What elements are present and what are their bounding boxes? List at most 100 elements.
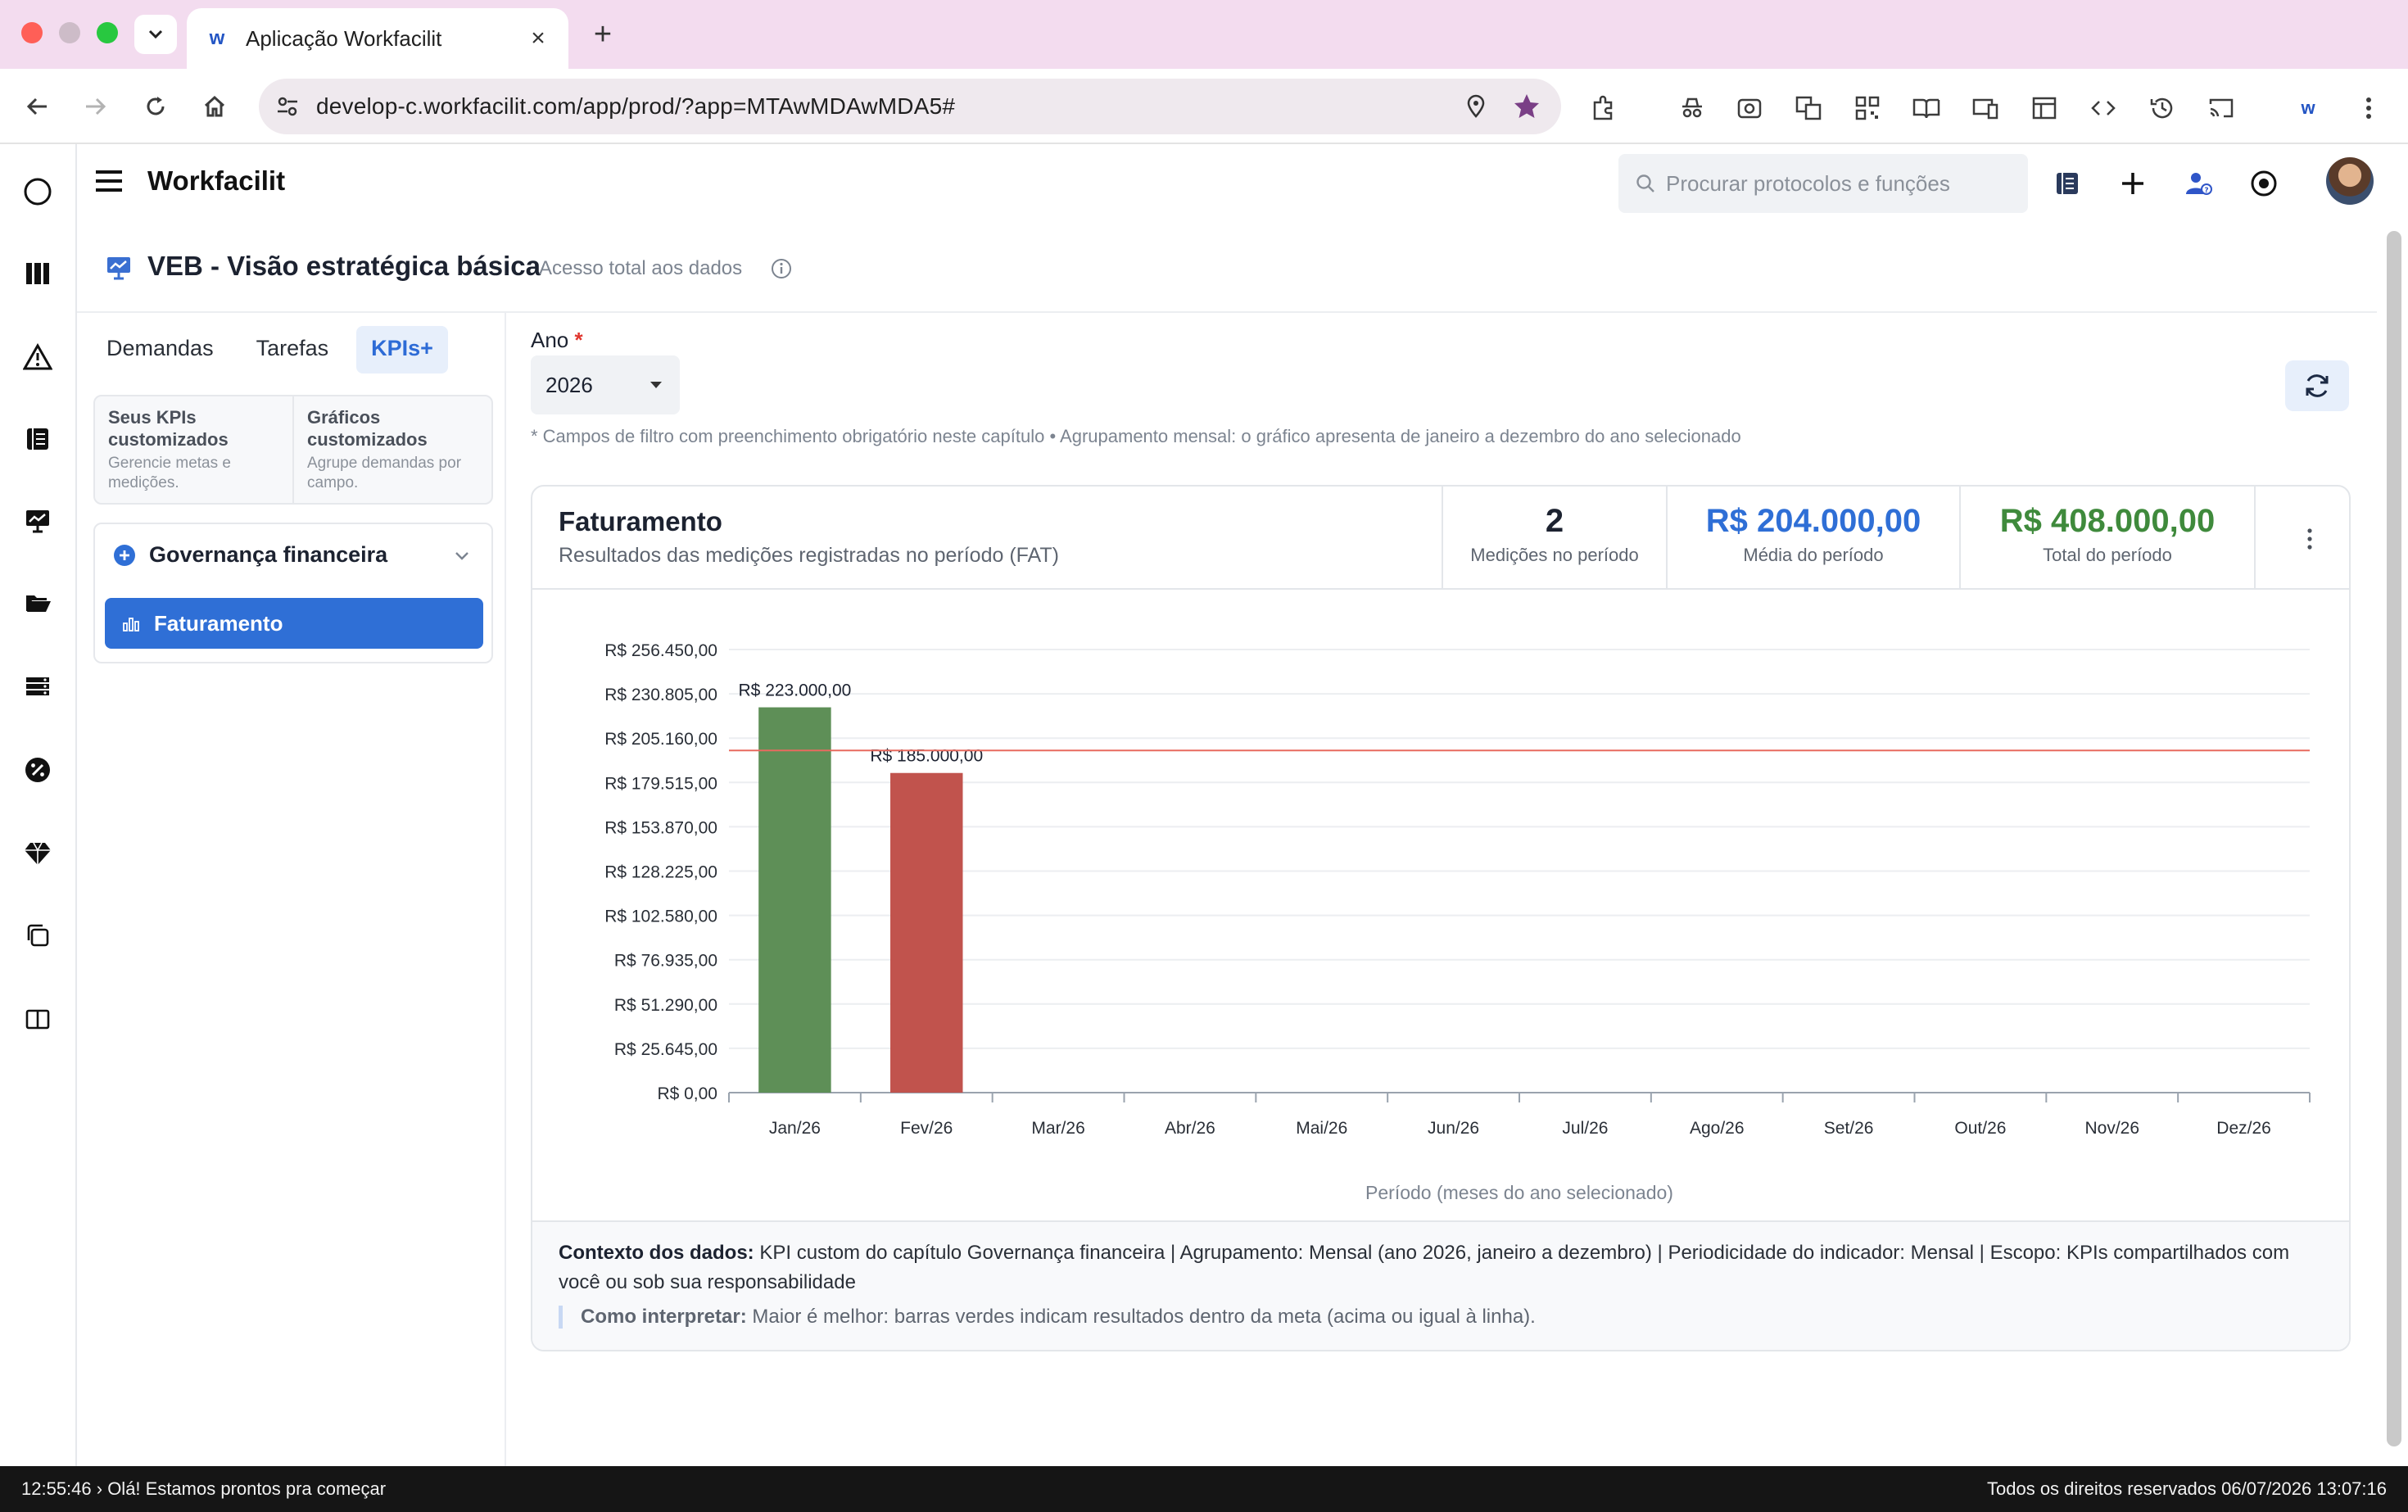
arrow-left-icon xyxy=(26,97,47,115)
diamond-icon[interactable] xyxy=(18,834,57,873)
book-open-icon[interactable] xyxy=(18,999,57,1039)
browser-toolbar: develop-c.workfacilit.com/app/prod/?app=… xyxy=(0,69,2408,144)
stat-label: Média do período xyxy=(1743,545,1884,565)
presentation-chart-icon[interactable] xyxy=(18,501,57,541)
circle-icon[interactable] xyxy=(18,172,57,211)
reload-button[interactable] xyxy=(136,87,175,126)
incognito-icon[interactable] xyxy=(1674,90,1710,126)
tab-tarefas[interactable]: Tarefas xyxy=(242,326,344,373)
folder-open-icon[interactable] xyxy=(18,583,57,622)
y-tick-label: R$ 76.935,00 xyxy=(614,952,717,971)
x-tick-label: Mar/26 xyxy=(1031,1119,1084,1138)
kpi-shortcut-cards: Seus KPIs customizados Gerencie metas e … xyxy=(93,395,493,505)
cast-icon[interactable] xyxy=(2203,90,2239,126)
bar-value-label: R$ 223.000,00 xyxy=(739,681,852,700)
status-bar: 12:55:46 › Olá! Estamos prontos pra come… xyxy=(0,1466,2408,1512)
qr-code-icon[interactable] xyxy=(1849,90,1885,126)
app-header: Workfacilit Procurar protocolos e funçõe… xyxy=(77,144,2408,223)
y-tick-label: R$ 0,00 xyxy=(657,1084,717,1103)
percent-badge-icon[interactable] xyxy=(18,750,57,790)
caret-down-icon xyxy=(650,382,662,388)
section-tabs: Demandas Tarefas KPIs+ xyxy=(92,326,448,373)
kpi-panel-header: Faturamento Resultados das medições regi… xyxy=(532,487,2349,590)
copy-icon[interactable] xyxy=(18,916,57,955)
search-box[interactable]: Procurar protocolos e funções xyxy=(1618,154,2028,213)
y-tick-label: R$ 230.805,00 xyxy=(604,686,717,704)
stat-measurements: 2 Medições no período xyxy=(1442,487,1666,590)
year-select[interactable]: 2026 xyxy=(531,355,680,414)
close-tab-icon[interactable]: × xyxy=(526,25,550,52)
browser-menu-icon[interactable] xyxy=(2351,90,2387,126)
guide-book-icon[interactable] xyxy=(2048,164,2087,203)
bar-fev-26 xyxy=(890,772,963,1093)
tab-search-button[interactable] xyxy=(134,15,177,54)
menu-hamburger-icon[interactable] xyxy=(93,167,126,200)
columns-icon[interactable] xyxy=(18,254,57,293)
app-brand: Workfacilit xyxy=(147,165,286,196)
add-plus-icon[interactable] xyxy=(2113,164,2152,203)
bookmark-star-icon[interactable] xyxy=(1510,90,1543,123)
hint-text: Maior é melhor: barras verdes indicam re… xyxy=(752,1306,1536,1328)
browser-tab-title: Aplicação Workfacilit xyxy=(246,25,442,51)
back-button[interactable] xyxy=(18,87,57,126)
table-view-icon[interactable] xyxy=(2026,90,2062,126)
window-close-button[interactable] xyxy=(21,22,43,43)
y-tick-label: R$ 128.225,00 xyxy=(604,863,717,882)
address-bar[interactable]: develop-c.workfacilit.com/app/prod/?app=… xyxy=(259,79,1561,134)
x-tick-label: Jun/26 xyxy=(1428,1119,1479,1138)
browser-tab[interactable]: w Aplicação Workfacilit × xyxy=(187,8,568,69)
page-scrollbar[interactable] xyxy=(2387,231,2401,1446)
warning-icon[interactable] xyxy=(18,337,57,377)
stat-label: Medições no período xyxy=(1470,545,1639,565)
forward-button[interactable] xyxy=(75,87,115,126)
translate-icon[interactable] xyxy=(1790,90,1826,126)
book-icon[interactable] xyxy=(18,419,57,459)
y-tick-label: R$ 179.515,00 xyxy=(604,774,717,793)
chevron-down-icon xyxy=(148,29,163,39)
extensions-icon[interactable] xyxy=(1586,90,1622,126)
target-circle-icon[interactable] xyxy=(2244,164,2284,203)
site-settings-icon[interactable] xyxy=(274,93,301,120)
plus-circle-icon xyxy=(114,544,135,566)
page-title: VEB - Visão estratégica básica xyxy=(147,251,541,281)
custom-kpis-card[interactable]: Seus KPIs customizados Gerencie metas e … xyxy=(95,396,292,503)
custom-charts-card[interactable]: Gráficos customizados Agrupe demandas po… xyxy=(292,396,491,503)
x-tick-label: Set/26 xyxy=(1824,1119,1874,1138)
refresh-button[interactable] xyxy=(2285,360,2349,411)
info-icon[interactable] xyxy=(770,257,793,280)
new-tab-button[interactable]: + xyxy=(583,15,622,54)
home-button[interactable] xyxy=(195,87,234,126)
tab-kpis[interactable]: KPIs+ xyxy=(356,326,448,373)
location-icon[interactable] xyxy=(1460,90,1492,123)
user-help-icon[interactable]: ? xyxy=(2179,164,2218,203)
search-placeholder: Procurar protocolos e funções xyxy=(1666,170,1950,196)
window-minimize-button[interactable] xyxy=(59,22,80,43)
data-context: Contexto dos dados: KPI custom do capítu… xyxy=(532,1220,2349,1350)
x-tick-label: Fev/26 xyxy=(900,1119,953,1138)
more-options-icon[interactable] xyxy=(2293,523,2326,555)
chevron-down-icon[interactable] xyxy=(450,544,473,567)
screen-capture-icon[interactable] xyxy=(1731,90,1768,126)
kpi-item-faturamento[interactable]: Faturamento xyxy=(105,598,483,649)
history-icon[interactable] xyxy=(2144,90,2180,126)
arrow-right-icon xyxy=(86,97,106,115)
required-mark: * xyxy=(574,328,583,352)
year-label-text: Ano xyxy=(531,328,569,352)
window-zoom-button[interactable] xyxy=(97,22,118,43)
code-icon[interactable] xyxy=(2085,90,2121,126)
y-tick-label: R$ 25.645,00 xyxy=(614,1040,717,1059)
year-select-value: 2026 xyxy=(545,372,593,397)
card-title: Seus KPIs customizados xyxy=(108,407,229,450)
reading-mode-icon[interactable] xyxy=(1908,90,1944,126)
tab-demandas[interactable]: Demandas xyxy=(92,326,229,373)
x-tick-label: Jan/26 xyxy=(769,1119,821,1138)
y-tick-label: R$ 153.870,00 xyxy=(604,818,717,837)
stat-total: R$ 408.000,00 Total do período xyxy=(1959,487,2254,590)
devices-icon[interactable] xyxy=(1967,90,2003,126)
kpi-group-header[interactable]: Governança financeira xyxy=(113,542,387,568)
server-list-icon[interactable] xyxy=(18,667,57,706)
y-tick-label: R$ 51.290,00 xyxy=(614,996,717,1015)
x-tick-label: Ago/26 xyxy=(1690,1119,1745,1138)
workfacilit-extension-icon[interactable]: w xyxy=(2290,90,2326,126)
user-avatar[interactable] xyxy=(2326,157,2374,205)
